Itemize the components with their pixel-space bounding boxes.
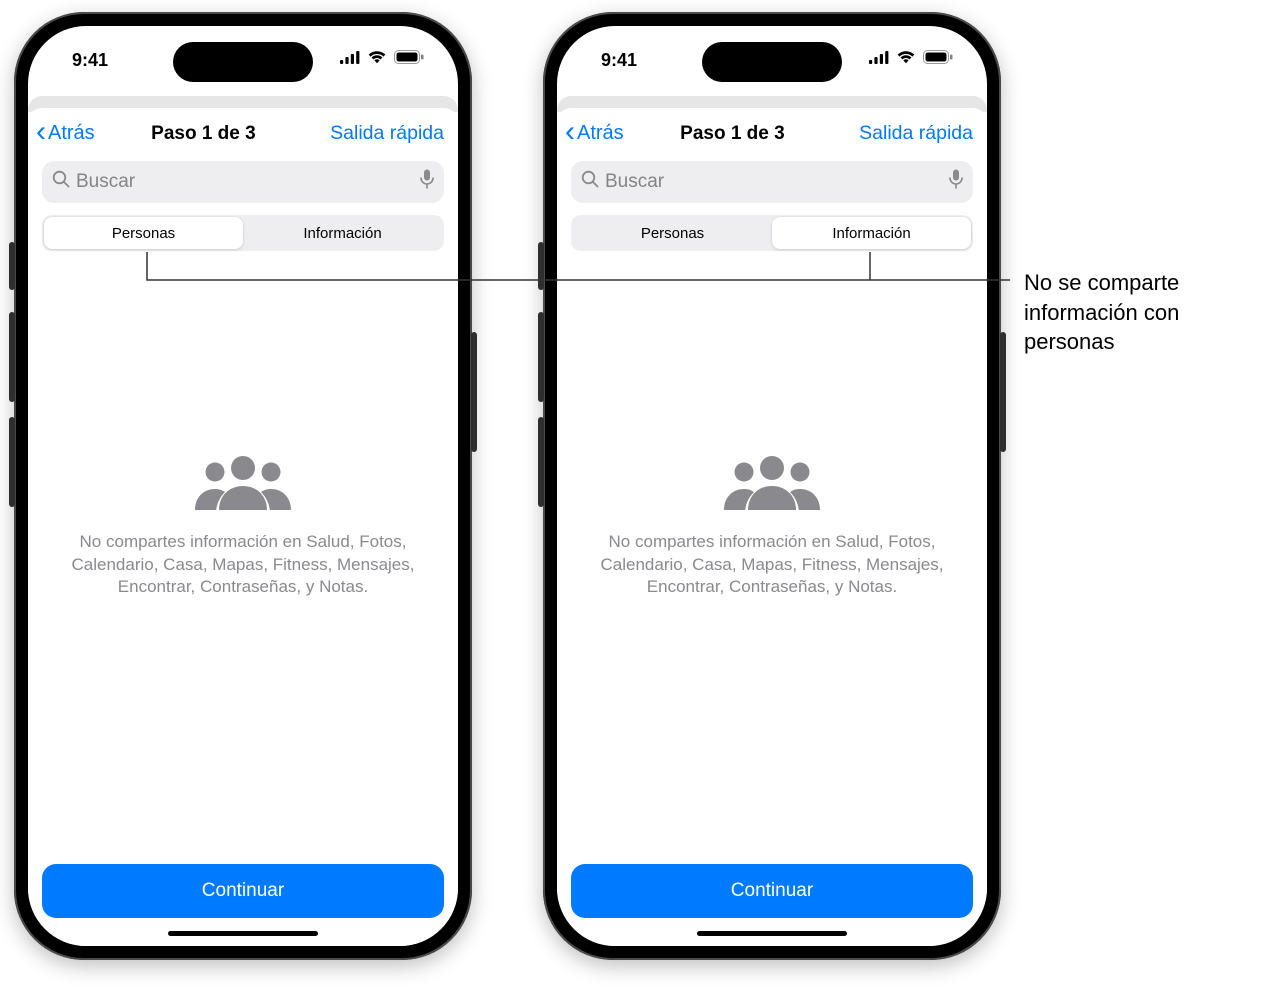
iphone-left: 9:41 ‹ — [14, 12, 472, 960]
step-title: Paso 1 de 3 — [77, 123, 330, 145]
empty-state: No compartes información en Salud, Fotos… — [28, 221, 458, 834]
people-group-icon — [724, 456, 820, 515]
dynamic-island — [173, 42, 313, 82]
microphone-icon[interactable] — [949, 169, 963, 195]
microphone-icon[interactable] — [420, 169, 434, 195]
status-time: 9:41 — [601, 50, 637, 71]
cellular-icon — [340, 51, 360, 64]
empty-message: No compartes información en Salud, Fotos… — [597, 531, 947, 600]
status-time: 9:41 — [72, 50, 108, 71]
continue-button[interactable]: Continuar — [571, 864, 973, 918]
empty-message: No compartes información en Salud, Fotos… — [68, 531, 418, 600]
battery-icon — [394, 50, 424, 64]
status-indicators — [340, 50, 424, 64]
home-indicator[interactable] — [697, 931, 847, 936]
search-field[interactable]: Buscar — [571, 161, 973, 203]
wifi-icon — [896, 50, 916, 64]
modal-sheet: ‹ Atrás Paso 1 de 3 Salida rápida Buscar — [557, 108, 987, 946]
figure-stage: 9:41 ‹ — [0, 0, 1279, 995]
quick-exit-button[interactable]: Salida rápida — [859, 122, 973, 145]
screen: 9:41 ‹ — [28, 26, 458, 946]
chevron-left-icon: ‹ — [565, 124, 575, 140]
empty-state: No compartes información en Salud, Fotos… — [557, 221, 987, 834]
search-placeholder: Buscar — [605, 171, 943, 193]
continue-button[interactable]: Continuar — [42, 864, 444, 918]
step-title: Paso 1 de 3 — [606, 123, 859, 145]
callout-label: No se comparte información con personas — [1024, 268, 1264, 357]
search-icon — [581, 170, 599, 194]
modal-sheet: ‹ Atrás Paso 1 de 3 Salida rápida Buscar — [28, 108, 458, 946]
battery-icon — [923, 50, 953, 64]
home-indicator[interactable] — [168, 931, 318, 936]
cellular-icon — [869, 51, 889, 64]
status-indicators — [869, 50, 953, 64]
search-placeholder: Buscar — [76, 171, 414, 193]
wifi-icon — [367, 50, 387, 64]
quick-exit-button[interactable]: Salida rápida — [330, 122, 444, 145]
people-group-icon — [195, 456, 291, 515]
chevron-left-icon: ‹ — [36, 124, 46, 140]
iphone-right: 9:41 ‹ — [543, 12, 1001, 960]
screen: 9:41 ‹ — [557, 26, 987, 946]
search-icon — [52, 170, 70, 194]
dynamic-island — [702, 42, 842, 82]
nav-bar: ‹ Atrás Paso 1 de 3 Salida rápida — [28, 108, 458, 157]
search-field[interactable]: Buscar — [42, 161, 444, 203]
nav-bar: ‹ Atrás Paso 1 de 3 Salida rápida — [557, 108, 987, 157]
